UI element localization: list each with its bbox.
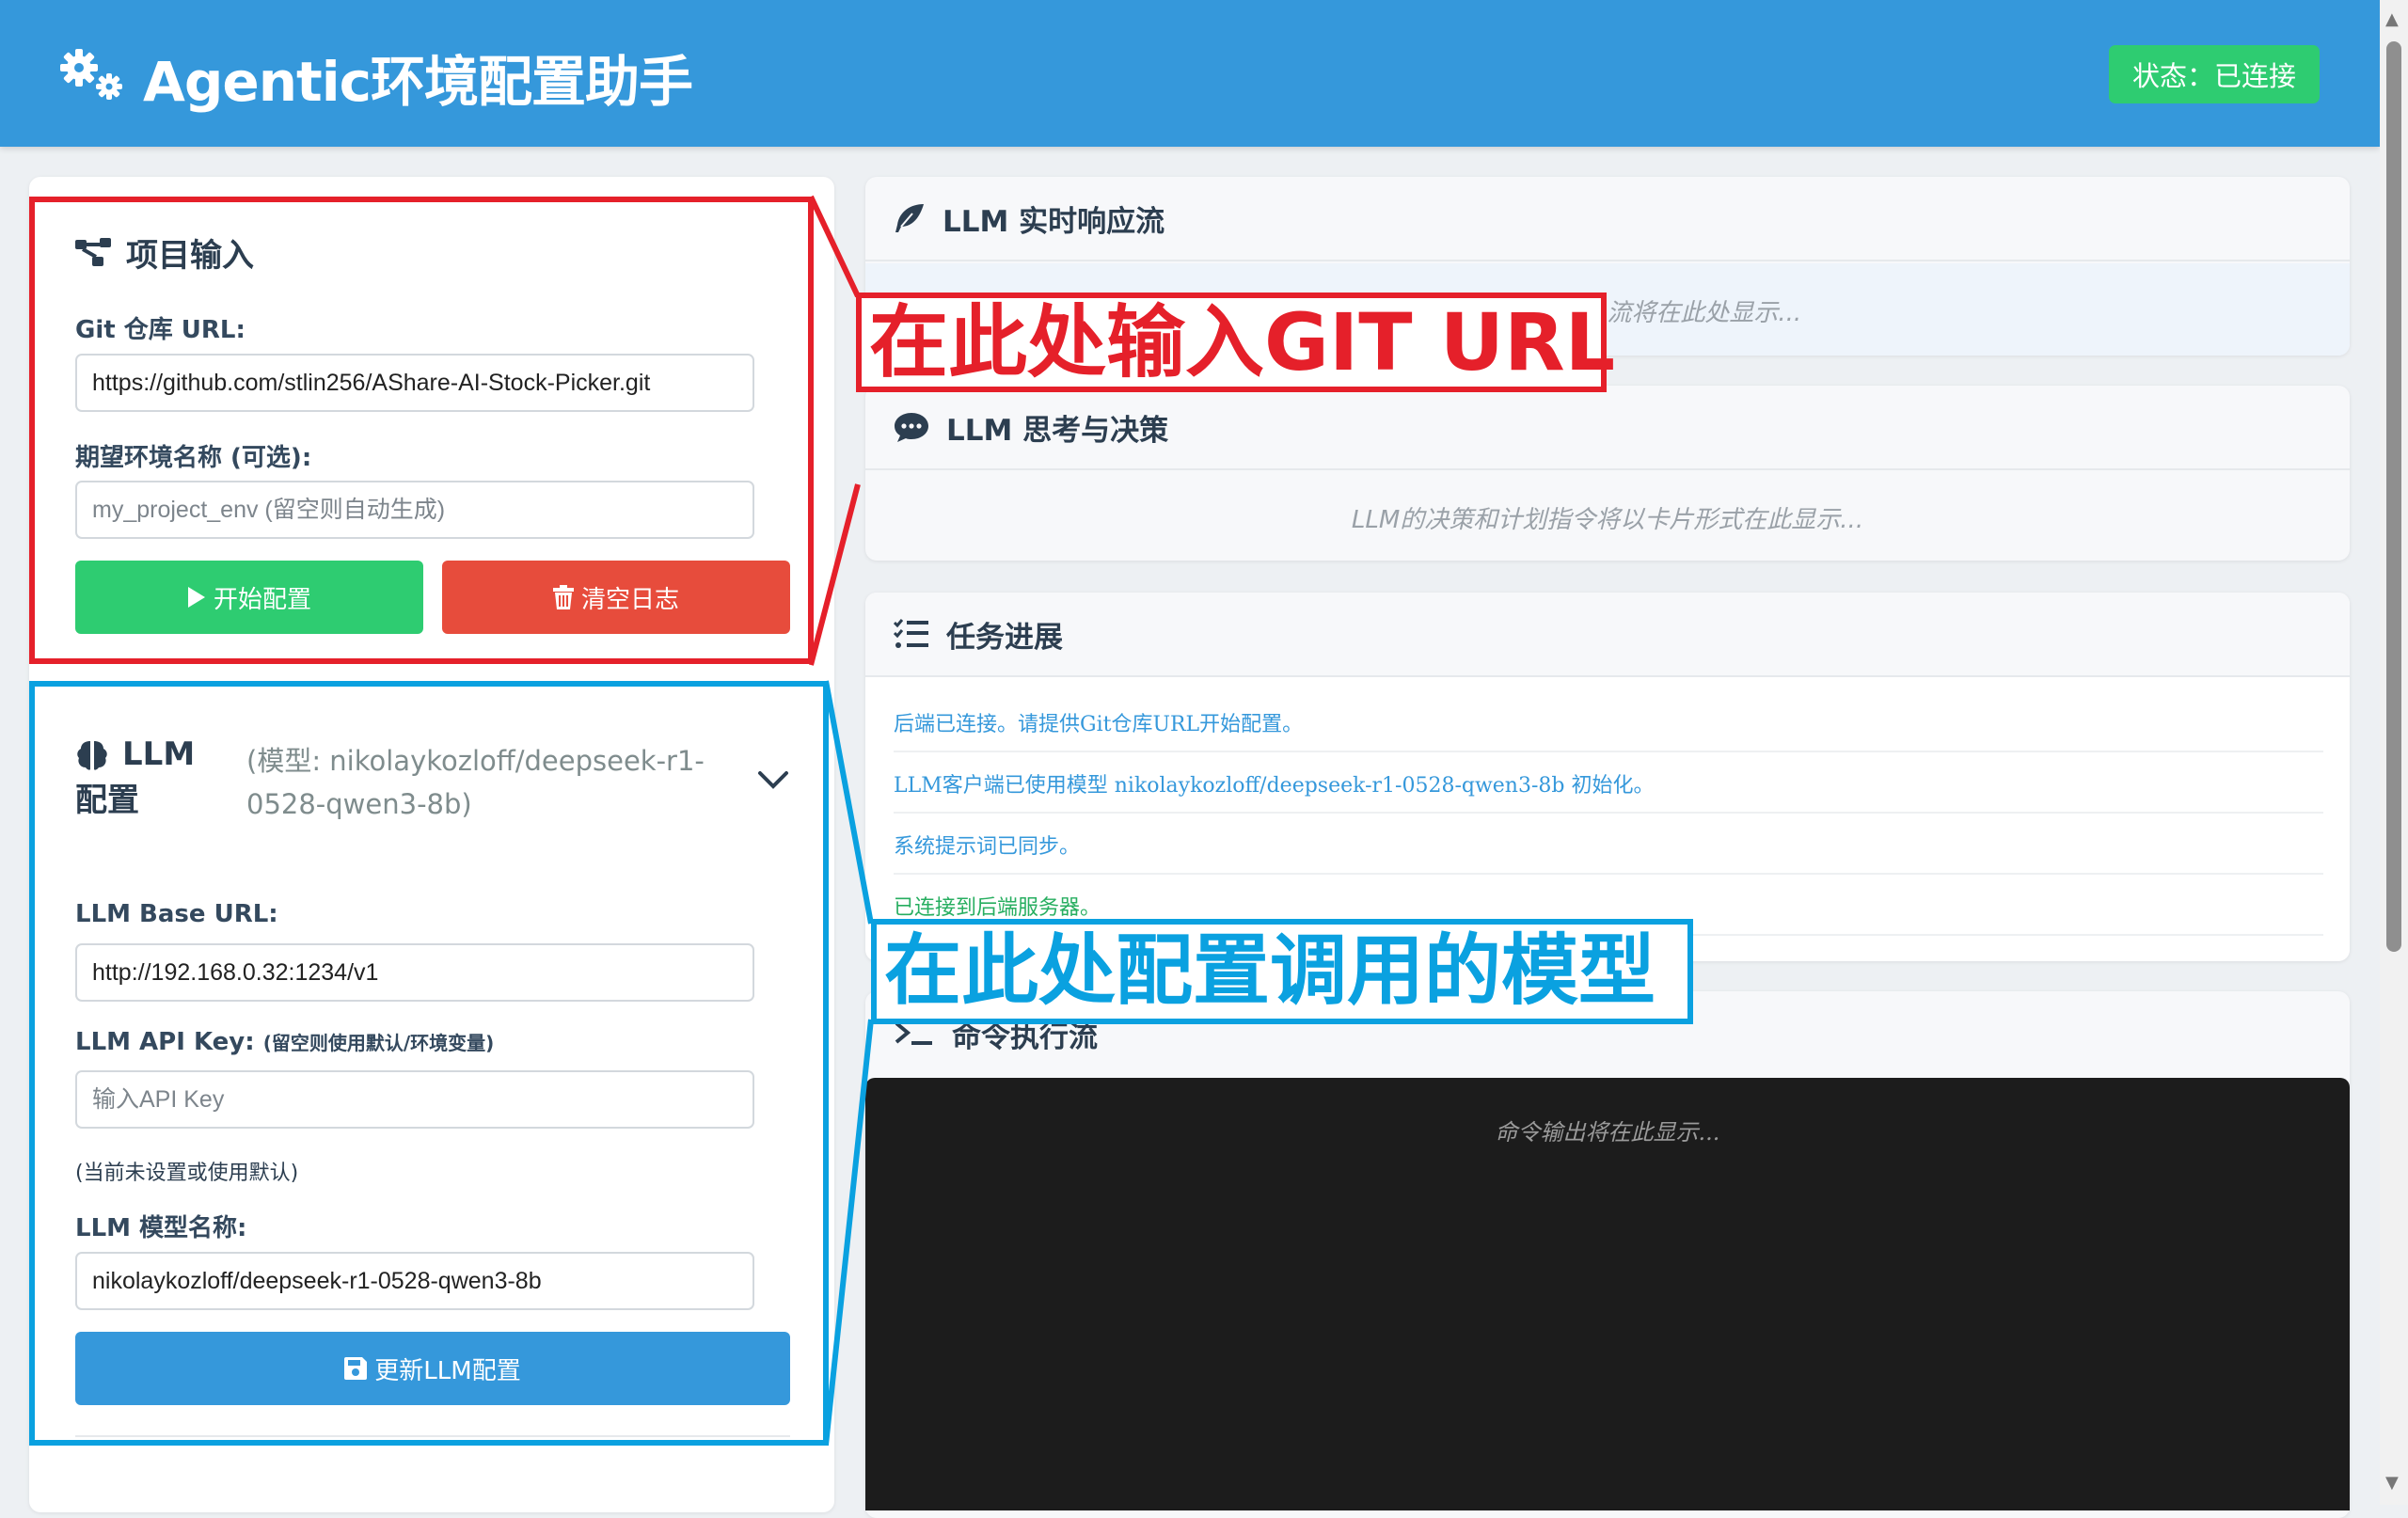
task-progress-header: 任务进展 (865, 593, 2350, 677)
project-input-label: 项目输入 (126, 237, 254, 275)
chevron-down-icon[interactable] (756, 769, 790, 792)
git-callout: 在此处输入GIT URL (856, 293, 1615, 392)
update-llm-button[interactable]: 更新LLM配置 (75, 1332, 790, 1405)
llm-thinking-title: LLM 思考与决策 (946, 413, 1169, 448)
gears-icon (60, 49, 122, 100)
section-divider (75, 1435, 790, 1437)
llm-model-hint: (模型: nikolaykozloff/deepseek-r1-0528-qwe… (246, 745, 705, 820)
llm-stream-title: LLM 实时响应流 (943, 204, 1165, 239)
llm-thinking-placeholder: LLM的决策和计划指令将以卡片形式在此显示... (1351, 506, 1864, 534)
start-config-label: 开始配置 (213, 585, 311, 614)
llm-stream-header: LLM 实时响应流 (865, 177, 2350, 261)
git-url-input[interactable] (75, 354, 754, 412)
llm-config-title: LLM 配置 (75, 732, 195, 825)
start-config-button[interactable]: 开始配置 (75, 561, 423, 634)
api-key-label-text: LLM API Key: (75, 1028, 255, 1056)
task-list-icon (894, 619, 928, 648)
llm-config-label-line1: LLM (122, 735, 196, 773)
update-llm-label: 更新LLM配置 (374, 1356, 521, 1385)
command-placeholder: 命令输出将在此显示... (1495, 1119, 1720, 1146)
task-log-line: 系统提示词已同步。 (894, 830, 2323, 875)
llm-callout: 在此处配置调用的模型 (871, 919, 1693, 1024)
env-name-input[interactable] (75, 481, 754, 539)
clear-log-label: 清空日志 (580, 585, 679, 614)
env-name-label: 期望环境名称 (可选): (75, 444, 312, 472)
api-key-status: (当前未设置或使用默认) (75, 1162, 299, 1185)
scrollbar-thumb[interactable] (2386, 41, 2401, 952)
task-log-line: 后端已连接。请提供Git仓库URL开始配置。 (894, 707, 2323, 752)
llm-thinking-card: LLM 思考与决策 LLM的决策和计划指令将以卡片形式在此显示... (865, 386, 2350, 561)
api-key-label-note: (留空则使用默认/环境变量) (262, 1032, 495, 1054)
api-key-label: LLM API Key: (留空则使用默认/环境变量) (75, 1028, 494, 1056)
project-input-title: 项目输入 (75, 229, 254, 276)
sitemap-icon (75, 237, 111, 266)
play-icon (187, 587, 205, 608)
git-url-label: Git 仓库 URL: (75, 316, 246, 344)
base-url-label: LLM Base URL: (75, 900, 278, 928)
scroll-down-arrow-icon[interactable]: ▼ (2385, 1473, 2399, 1493)
status-badge: 状态：已连接 (2109, 45, 2320, 103)
model-name-input[interactable] (75, 1252, 754, 1310)
model-name-label: LLM 模型名称: (75, 1214, 247, 1242)
api-key-input[interactable] (75, 1070, 754, 1129)
base-url-input[interactable] (75, 943, 754, 1002)
chat-bubble-icon (895, 413, 928, 442)
trash-icon (552, 585, 574, 609)
brain-icon (77, 740, 107, 770)
llm-config-label-line2: 配置 (75, 782, 139, 820)
save-icon (344, 1357, 368, 1380)
clear-log-button[interactable]: 清空日志 (442, 561, 790, 634)
app-header: Agentic环境配置助手 状态：已连接 (0, 0, 2380, 147)
command-output-terminal[interactable]: 命令输出将在此显示... (865, 1078, 2350, 1510)
task-log-line: LLM客户端已使用模型 nikolaykozloff/deepseek-r1-0… (894, 768, 2323, 814)
scroll-up-arrow-icon[interactable]: ▲ (2385, 9, 2399, 29)
feather-icon (895, 204, 924, 232)
llm-thinking-header: LLM 思考与决策 (865, 386, 2350, 470)
task-progress-title: 任务进展 (946, 620, 1063, 655)
app-title: Agentic环境配置助手 (143, 50, 693, 114)
